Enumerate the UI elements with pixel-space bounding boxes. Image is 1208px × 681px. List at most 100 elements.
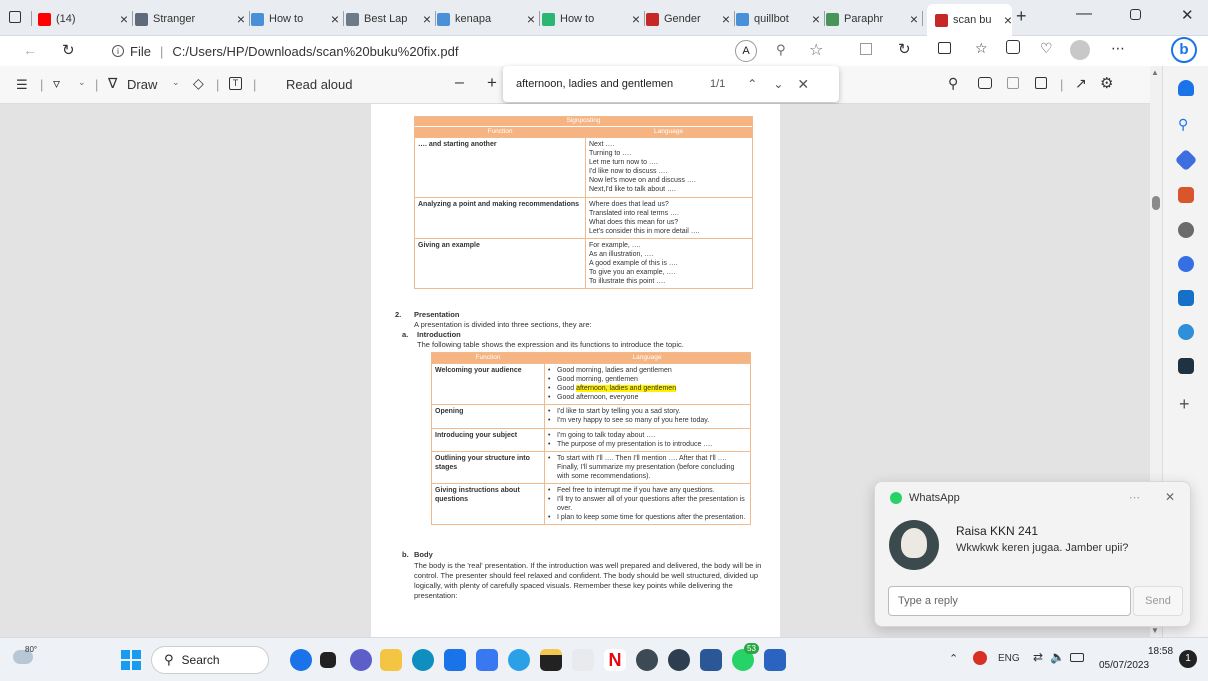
tab-close-icon[interactable]: × <box>910 11 918 27</box>
tab-8[interactable]: Paraphr × <box>826 6 918 32</box>
read-aloud-icon[interactable]: A <box>735 40 757 62</box>
tab-close-icon[interactable]: × <box>331 11 339 27</box>
store-icon[interactable] <box>444 649 466 671</box>
find-close-icon[interactable]: ✕ <box>797 76 809 93</box>
notification-more-icon[interactable]: ⋯ <box>1129 491 1140 504</box>
fullscreen-icon[interactable]: ↗ <box>1075 75 1087 92</box>
zoom-out-icon[interactable]: – <box>455 74 464 92</box>
send-button[interactable]: Send <box>1133 586 1183 616</box>
tab-3[interactable]: Best Lap × <box>346 6 431 32</box>
tab-close-icon[interactable]: × <box>423 11 431 27</box>
screen-cast-icon[interactable] <box>1178 358 1194 374</box>
tray-app-icon[interactable] <box>973 651 987 665</box>
tab-close-icon[interactable]: × <box>722 11 730 27</box>
performance-icon[interactable]: ♡ <box>1040 40 1053 57</box>
word-icon[interactable] <box>700 649 722 671</box>
refresh-icon[interactable]: ↻ <box>62 41 75 59</box>
back-icon[interactable]: ← <box>23 42 37 58</box>
print-icon[interactable] <box>978 77 992 89</box>
tab-7[interactable]: quillbot × <box>736 6 820 32</box>
tab-9[interactable]: scan bu × <box>927 4 1012 36</box>
minimize-button[interactable]: — <box>1076 5 1092 23</box>
tab-6[interactable]: Gender × <box>646 6 730 32</box>
settings-gear-icon[interactable]: ⚙ <box>1100 74 1113 92</box>
save-icon[interactable] <box>1007 77 1019 89</box>
tab-4[interactable]: kenapa × <box>437 6 535 32</box>
scroll-up-icon[interactable]: ▲ <box>1151 68 1159 77</box>
search-sidebar-icon[interactable]: ⚲ <box>1178 116 1194 132</box>
reply-input[interactable]: Type a reply <box>888 586 1131 616</box>
tray-chevron-icon[interactable]: ⌃ <box>949 652 958 665</box>
tab-1[interactable]: Stranger × <box>135 6 245 32</box>
windows-start-icon[interactable] <box>121 650 141 670</box>
shopping-tag-icon[interactable] <box>1174 148 1198 172</box>
notification-badge[interactable]: 1 <box>1179 650 1197 668</box>
draw-icon[interactable]: ∇ <box>108 75 117 92</box>
more-menu-icon[interactable]: ⋯ <box>1111 40 1125 57</box>
bing-copilot-icon[interactable]: b <box>1171 37 1197 63</box>
tab-close-icon[interactable]: × <box>120 11 128 27</box>
outlook-icon[interactable] <box>1178 290 1194 306</box>
url-field[interactable]: i File | C:/Users/HP/Downloads/scan%20bu… <box>96 39 836 63</box>
save-as-icon[interactable] <box>1035 77 1047 89</box>
whatsapp-notification[interactable]: WhatsApp ⋯ ✕ Raisa KKN 241 Wkwkwk keren … <box>874 481 1191 627</box>
network-icon[interactable]: ⇄ <box>1033 650 1043 664</box>
restore-button[interactable] <box>1130 9 1141 20</box>
find-next-icon[interactable]: ⌄ <box>773 77 783 91</box>
split-screen-icon[interactable] <box>938 42 951 54</box>
zoom-in-icon[interactable]: + <box>487 73 497 93</box>
notification-close-icon[interactable]: ✕ <box>1165 490 1175 504</box>
tab-close-icon[interactable]: × <box>632 11 640 27</box>
tab-close-icon[interactable]: × <box>527 11 535 27</box>
office-icon[interactable] <box>1178 256 1194 272</box>
bing-taskbar-icon[interactable] <box>290 649 312 671</box>
clock-date[interactable]: 05/07/2023 <box>1099 660 1149 671</box>
bell-icon[interactable] <box>1178 80 1194 96</box>
favorite-star-icon[interactable]: ☆ <box>809 40 823 60</box>
refresh-extension-icon[interactable]: ↻ <box>898 40 911 58</box>
erase-icon[interactable]: ◇ <box>193 75 204 92</box>
add-sidebar-icon[interactable]: + <box>1179 394 1190 415</box>
task-view-icon[interactable] <box>320 652 336 668</box>
scroll-down-icon[interactable]: ▼ <box>1151 626 1159 635</box>
app-icon[interactable] <box>476 649 498 671</box>
telegram-icon[interactable] <box>1178 324 1194 340</box>
profile-avatar[interactable] <box>1070 40 1090 60</box>
tab-actions-icon[interactable] <box>9 11 21 23</box>
tab-5[interactable]: How to × <box>542 6 640 32</box>
chat-icon[interactable] <box>350 649 372 671</box>
edge-taskbar-icon[interactable] <box>412 649 434 671</box>
tab-2[interactable]: How to × <box>251 6 339 32</box>
favorites-icon[interactable]: ☆ <box>975 40 988 57</box>
draw-dropdown-icon[interactable]: ⌄ <box>172 77 180 88</box>
sticky-notes-icon[interactable] <box>540 649 562 671</box>
volume-icon[interactable]: 🔈 <box>1050 650 1065 664</box>
contents-icon[interactable]: ☰ <box>16 77 28 93</box>
netflix-icon[interactable]: N <box>604 649 626 671</box>
battery-icon[interactable] <box>1070 653 1084 662</box>
search-pdf-icon[interactable]: ⚲ <box>948 75 958 92</box>
tools-briefcase-icon[interactable] <box>1178 187 1194 203</box>
text-icon[interactable]: T <box>229 77 242 90</box>
zoom-app-icon[interactable] <box>508 649 530 671</box>
highlight-icon[interactable]: ▿ <box>53 75 60 92</box>
read-aloud-button[interactable]: Read aloud <box>286 77 353 92</box>
collections-icon[interactable] <box>1006 40 1020 54</box>
language-indicator[interactable]: ENG <box>998 653 1020 664</box>
file-explorer-icon[interactable] <box>380 649 402 671</box>
tab-close-icon[interactable]: × <box>812 11 820 27</box>
close-window-button[interactable]: ✕ <box>1181 6 1194 24</box>
tab-close-icon[interactable]: × <box>237 11 245 27</box>
find-input[interactable]: afternoon, ladies and gentlemen <box>516 78 696 90</box>
whatsapp-taskbar-icon[interactable] <box>636 649 658 671</box>
scroll-thumb[interactable] <box>1152 196 1160 210</box>
zoom-icon[interactable]: ⚲ <box>776 42 786 58</box>
calculator-icon[interactable] <box>764 649 786 671</box>
taskbar-search-box[interactable]: ⚲ Search <box>151 646 269 674</box>
find-previous-icon[interactable]: ⌃ <box>747 77 757 91</box>
highlight-dropdown-icon[interactable]: ⌄ <box>78 77 86 88</box>
app-icon[interactable] <box>668 649 690 671</box>
clock-time[interactable]: 18:58 <box>1148 646 1173 657</box>
tab-close-icon[interactable]: × <box>1004 12 1012 28</box>
new-tab-button[interactable]: + <box>1016 6 1027 27</box>
